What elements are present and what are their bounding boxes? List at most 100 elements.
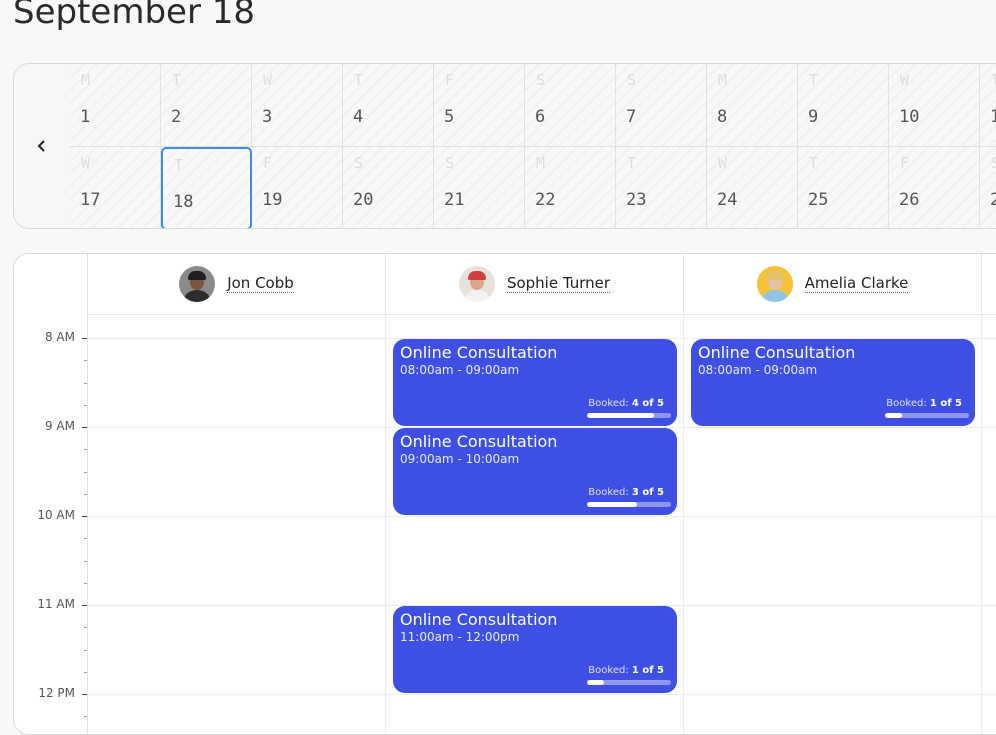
event-time: 11:00am - 12:00pm: [400, 630, 520, 644]
event-card[interactable]: Online Consultation 11:00am - 12:00pm Book…: [393, 606, 677, 693]
booked-label: Booked:: [886, 398, 930, 409]
quarter-tick: [84, 582, 87, 584]
hour-gridline: [88, 694, 996, 695]
quarter-tick: [84, 382, 87, 384]
staff-name[interactable]: Amelia Clarke: [804, 275, 909, 293]
column-divider: [385, 314, 386, 734]
date-cell-21[interactable]: S 21: [434, 147, 525, 228]
event-booked-count: Booked: 4 of 5: [588, 398, 664, 409]
date-cell-17[interactable]: W 17: [70, 147, 161, 228]
quarter-tick: [84, 449, 87, 451]
event-title: Online Consultation: [400, 343, 558, 362]
hour-tick: [82, 694, 87, 695]
day-number: 18: [173, 192, 194, 212]
day-number: 27: [990, 190, 996, 210]
date-cell-27[interactable]: S 27: [980, 147, 996, 228]
event-time: 08:00am - 09:00am: [400, 363, 520, 377]
day-number: 24: [717, 190, 738, 210]
date-cell-25[interactable]: T 25: [798, 147, 889, 228]
time-label: 9 AM: [44, 419, 75, 433]
event-time: 09:00am - 10:00am: [400, 452, 520, 466]
hour-tick: [82, 516, 87, 517]
date-cell-3[interactable]: W3: [252, 64, 343, 147]
weekday-label: S: [354, 154, 364, 172]
time-label: 11 AM: [37, 597, 75, 611]
quarter-tick: [84, 493, 87, 495]
weekday-label: W: [263, 71, 273, 89]
booking-progress-fill: [587, 502, 638, 507]
booking-progress-bar: [587, 413, 671, 418]
date-cell-11[interactable]: T 11: [980, 64, 996, 147]
day-number: 23: [626, 190, 647, 210]
date-cell-9[interactable]: T9: [798, 64, 889, 147]
weekday-label: T: [809, 154, 819, 172]
date-cell-10[interactable]: W 10: [889, 64, 980, 147]
weekday-label: M: [536, 154, 546, 172]
weekday-label: M: [718, 71, 728, 89]
event-title: Online Consultation: [400, 432, 558, 451]
date-cell-6[interactable]: S6: [525, 64, 616, 147]
weekday-label: S: [627, 71, 637, 89]
day-number: 1: [80, 107, 91, 127]
weekday-label: T: [809, 71, 819, 89]
event-card[interactable]: Online Consultation 09:00am - 10:00am Book…: [393, 428, 677, 515]
day-number: 21: [444, 190, 465, 210]
date-cell-2[interactable]: T2: [161, 64, 252, 147]
booking-progress-bar: [885, 413, 969, 418]
time-label: 10 AM: [37, 508, 75, 522]
time-column: 8 AM 9 AM 10 AM 11 AM 12 PM: [14, 254, 88, 734]
date-cell-8[interactable]: M8: [707, 64, 798, 147]
event-booked-count: Booked: 1 of 5: [588, 665, 664, 676]
booked-value: 1 of 5: [929, 398, 962, 409]
weekday-label: T: [991, 71, 996, 89]
time-label: 8 AM: [44, 330, 75, 344]
event-title: Online Consultation: [698, 343, 856, 362]
booked-value: 3 of 5: [631, 487, 664, 498]
date-strip: M1T2W3T4F5S6S7M8T9W10T11W17T18F19S20S21M…: [13, 63, 996, 229]
weekday-label: T: [627, 154, 637, 172]
quarter-tick: [84, 471, 87, 473]
quarter-tick: [84, 404, 87, 406]
column-divider: [683, 314, 684, 734]
day-number: 9: [808, 107, 819, 127]
day-number: 22: [535, 190, 556, 210]
day-number: 5: [444, 107, 455, 127]
date-cell-1[interactable]: M1: [70, 64, 161, 147]
weekday-label: T: [172, 71, 182, 89]
staff-name[interactable]: Jon Cobb: [227, 275, 294, 293]
booking-progress-bar: [587, 680, 671, 685]
date-cell-20[interactable]: S 20: [343, 147, 434, 228]
date-cell-22[interactable]: M 22: [525, 147, 616, 228]
event-card[interactable]: Online Consultation 08:00am - 09:00am Book…: [393, 339, 677, 426]
staff-header-row: Jon Cobb Sophie Turner Amelia Clarke: [88, 254, 996, 315]
date-cell-23[interactable]: T 23: [616, 147, 707, 228]
booked-value: 4 of 5: [631, 398, 664, 409]
weekday-label: W: [81, 154, 91, 172]
date-cell-24[interactable]: W 24: [707, 147, 798, 228]
date-cell-7[interactable]: S7: [616, 64, 707, 147]
staff-column-header: Sophie Turner: [386, 254, 684, 314]
day-number: 20: [353, 190, 374, 210]
booked-label: Booked:: [588, 487, 632, 498]
staff-name[interactable]: Sophie Turner: [506, 275, 611, 293]
date-cell-4[interactable]: T4: [343, 64, 434, 147]
date-cell-5[interactable]: F5: [434, 64, 525, 147]
date-cell-19[interactable]: F 19: [252, 147, 343, 228]
avatar-amelia-clarke: [756, 266, 793, 302]
hour-gridline: [88, 516, 996, 517]
quarter-tick: [84, 627, 87, 629]
day-number: 2: [171, 107, 182, 127]
time-label: 12 PM: [38, 686, 75, 700]
hour-tick: [82, 338, 87, 339]
day-number: 4: [353, 107, 364, 127]
staff-column-header: Jon Cobb: [88, 254, 386, 314]
schedule-view: 8 AM 9 AM 10 AM 11 AM 12 PM Jon Cobb Sophie T…: [13, 253, 996, 735]
weekday-label: S: [991, 154, 996, 172]
avatar-jon-cobb: [179, 266, 216, 302]
day-number: 6: [535, 107, 546, 127]
weekday-label: F: [445, 71, 455, 89]
event-card[interactable]: Online Consultation 08:00am - 09:00am Book…: [691, 339, 975, 426]
date-cell-26[interactable]: F 26: [889, 147, 980, 228]
date-cell-18[interactable]: T 18: [161, 147, 252, 228]
prev-dates-button[interactable]: [14, 64, 70, 228]
